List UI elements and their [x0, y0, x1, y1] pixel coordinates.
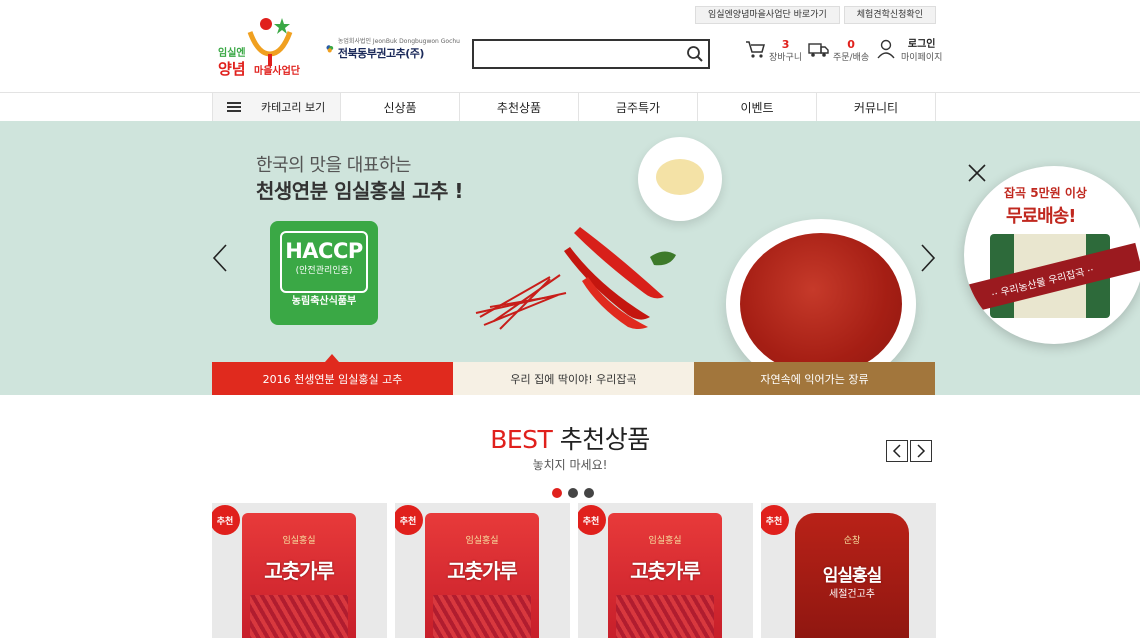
promo-line2: 무료배송! [1006, 206, 1076, 227]
product-image: 임실홍실 고춧가루 [425, 513, 539, 638]
best-subtitle: 놓치지 마세요! [532, 458, 608, 472]
orders-count: 0 [847, 38, 855, 51]
user-icon [877, 39, 895, 59]
hamburger-icon [227, 102, 241, 112]
search-box [472, 39, 710, 69]
category-menu-button[interactable]: 카테고리 보기 [213, 93, 341, 121]
bag-subname: 세절건고추 [829, 589, 875, 600]
carousel-dots [552, 488, 594, 498]
cart-button[interactable]: 3 장바구니 [744, 38, 802, 64]
carousel-dot-1[interactable] [552, 488, 562, 498]
header: 임실엔양념마을사업단 바로가기 체험견학신청확인 임실엔 양념 마을사업단 농업… [0, 0, 1140, 92]
nav-new-products[interactable]: 신상품 [341, 93, 460, 121]
best-carousel-nav [886, 440, 932, 462]
bag-name: 고춧가루 [264, 559, 335, 583]
main-nav: 카테고리 보기 신상품 추천상품 금주특가 이벤트 커뮤니티 [0, 92, 1140, 122]
bag-name: 고춧가루 [630, 559, 701, 583]
product-card[interactable]: 추천 임실홍실 고춧가루 [578, 503, 753, 638]
cart-icon [746, 41, 765, 58]
product-card[interactable]: 추천 임실홍실 고춧가루 [212, 503, 387, 638]
best-section-header: BEST 추천상품 놓치지 마세요! [0, 420, 1140, 480]
search-input[interactable] [474, 41, 674, 67]
recommend-badge: 추천 [212, 505, 240, 535]
cart-label: 장바구니 [769, 53, 803, 63]
nav-event[interactable]: 이벤트 [698, 93, 817, 121]
logo-jeonbuk-gochu[interactable]: 농업회사법인 JeonBuk Dongbugwon Gochu 전북동부권고추(… [326, 28, 460, 70]
logo2-name: 전북동부권고추(주) [337, 46, 425, 60]
product-card[interactable]: 추천 임실홍실 고춧가루 [395, 503, 570, 638]
banner-tab-sauces[interactable]: 자연속에 익어가는 장류 [694, 362, 935, 395]
carousel-dot-2[interactable] [568, 488, 578, 498]
banner-next-arrow-icon[interactable] [918, 243, 938, 273]
orders-label: 주문/배송 [833, 53, 870, 63]
carousel-dot-3[interactable] [584, 488, 594, 498]
orders-button[interactable]: 0 주문/배송 [808, 38, 869, 64]
banner-prev-arrow-icon[interactable] [210, 243, 230, 273]
recommend-badge: 추천 [578, 505, 606, 535]
logo1-line1: 임실엔 [218, 48, 246, 59]
best-title: BEST 추천상품 [0, 420, 1140, 456]
logo-imsil-yangnyeom[interactable]: 임실엔 양념 마을사업단 [216, 14, 308, 80]
banner-subtitle: 한국의 맛을 대표하는 [256, 155, 411, 176]
banner-tab-pepper[interactable]: 2016 천생연분 임실홍실 고추 [212, 354, 453, 395]
top-links: 임실엔양념마을사업단 바로가기 체험견학신청확인 [694, 6, 936, 24]
chevron-right-icon [917, 444, 926, 458]
cart-count: 3 [781, 38, 790, 51]
chili-peppers-image [475, 227, 676, 330]
paste-bowl-image [638, 137, 722, 221]
product-image: 순창 임실홍실 세절건고추 [795, 513, 909, 638]
bag-brand: 임실홍실 [282, 536, 316, 546]
recommend-badge: 추천 [395, 505, 423, 535]
recommend-badge: 추천 [761, 505, 789, 535]
mypage-link[interactable]: 마이페이지 [901, 52, 942, 64]
close-icon[interactable] [966, 162, 988, 184]
best-next-button[interactable] [910, 440, 932, 462]
bag-name: 고춧가루 [447, 559, 518, 583]
top-link-experience[interactable]: 체험견학신청확인 [843, 6, 936, 24]
haccp-badge: HACCP (안전관리인증) 농림축산식품부 [270, 221, 378, 325]
bag-brand: 순창 [843, 536, 861, 546]
nav-weekly-special[interactable]: 금주특가 [579, 93, 698, 121]
best-prev-button[interactable] [886, 440, 908, 462]
product-list: 추천 임실홍실 고춧가루 추천 임실홍실 고춧가루 추천 임실홍실 고춧가루 추… [212, 503, 936, 638]
nav-recommended[interactable]: 추천상품 [460, 93, 579, 121]
top-link-maeul[interactable]: 임실엔양념마을사업단 바로가기 [694, 6, 840, 24]
product-card[interactable]: 추천 순창 임실홍실 세절건고추 [761, 503, 936, 638]
chevron-left-icon [892, 444, 901, 458]
search-icon[interactable] [686, 45, 704, 63]
bag-brand: 임실홍실 [648, 536, 682, 546]
banner-title: 천생연분 임실홍실 고추 ! [256, 179, 464, 203]
banner-tab-grains[interactable]: 우리 집에 딱이야! 우리잡곡 [453, 362, 694, 395]
nav-community[interactable]: 커뮤니티 [817, 93, 936, 121]
product-image: 임실홍실 고춧가루 [242, 513, 356, 638]
logo2-small-text: 농업회사법인 JeonBuk Dongbugwon Gochu [337, 37, 460, 45]
logo1-line2: 양념 [218, 60, 246, 78]
product-image: 임실홍실 고춧가루 [608, 513, 722, 638]
bag-brand: 임실홍실 [465, 536, 499, 546]
best-title-rest: 추천상품 [559, 425, 651, 454]
logo1-line3: 마을사업단 [254, 66, 300, 77]
banner-tabs: 2016 천생연분 임실홍실 고추 우리 집에 딱이야! 우리잡곡 자연속에 익… [212, 354, 935, 395]
free-shipping-promo[interactable]: 잡곡 5만원 이상 무료배송! ·· 우리농산물 우리잡곡 ·· [964, 166, 1140, 344]
delivery-truck-icon [808, 43, 829, 57]
best-title-accent: BEST [490, 425, 553, 454]
promo-line1: 잡곡 5만원 이상 [1004, 186, 1087, 200]
bag-name: 임실홍실 [822, 566, 883, 586]
category-menu-label: 카테고리 보기 [261, 101, 326, 114]
company-emblem-icon [326, 45, 334, 53]
haccp-ministry: 농림축산식품부 [291, 296, 357, 307]
account-button[interactable]: 로그인 마이페이지 [876, 38, 942, 64]
login-link[interactable]: 로그인 [908, 38, 936, 52]
